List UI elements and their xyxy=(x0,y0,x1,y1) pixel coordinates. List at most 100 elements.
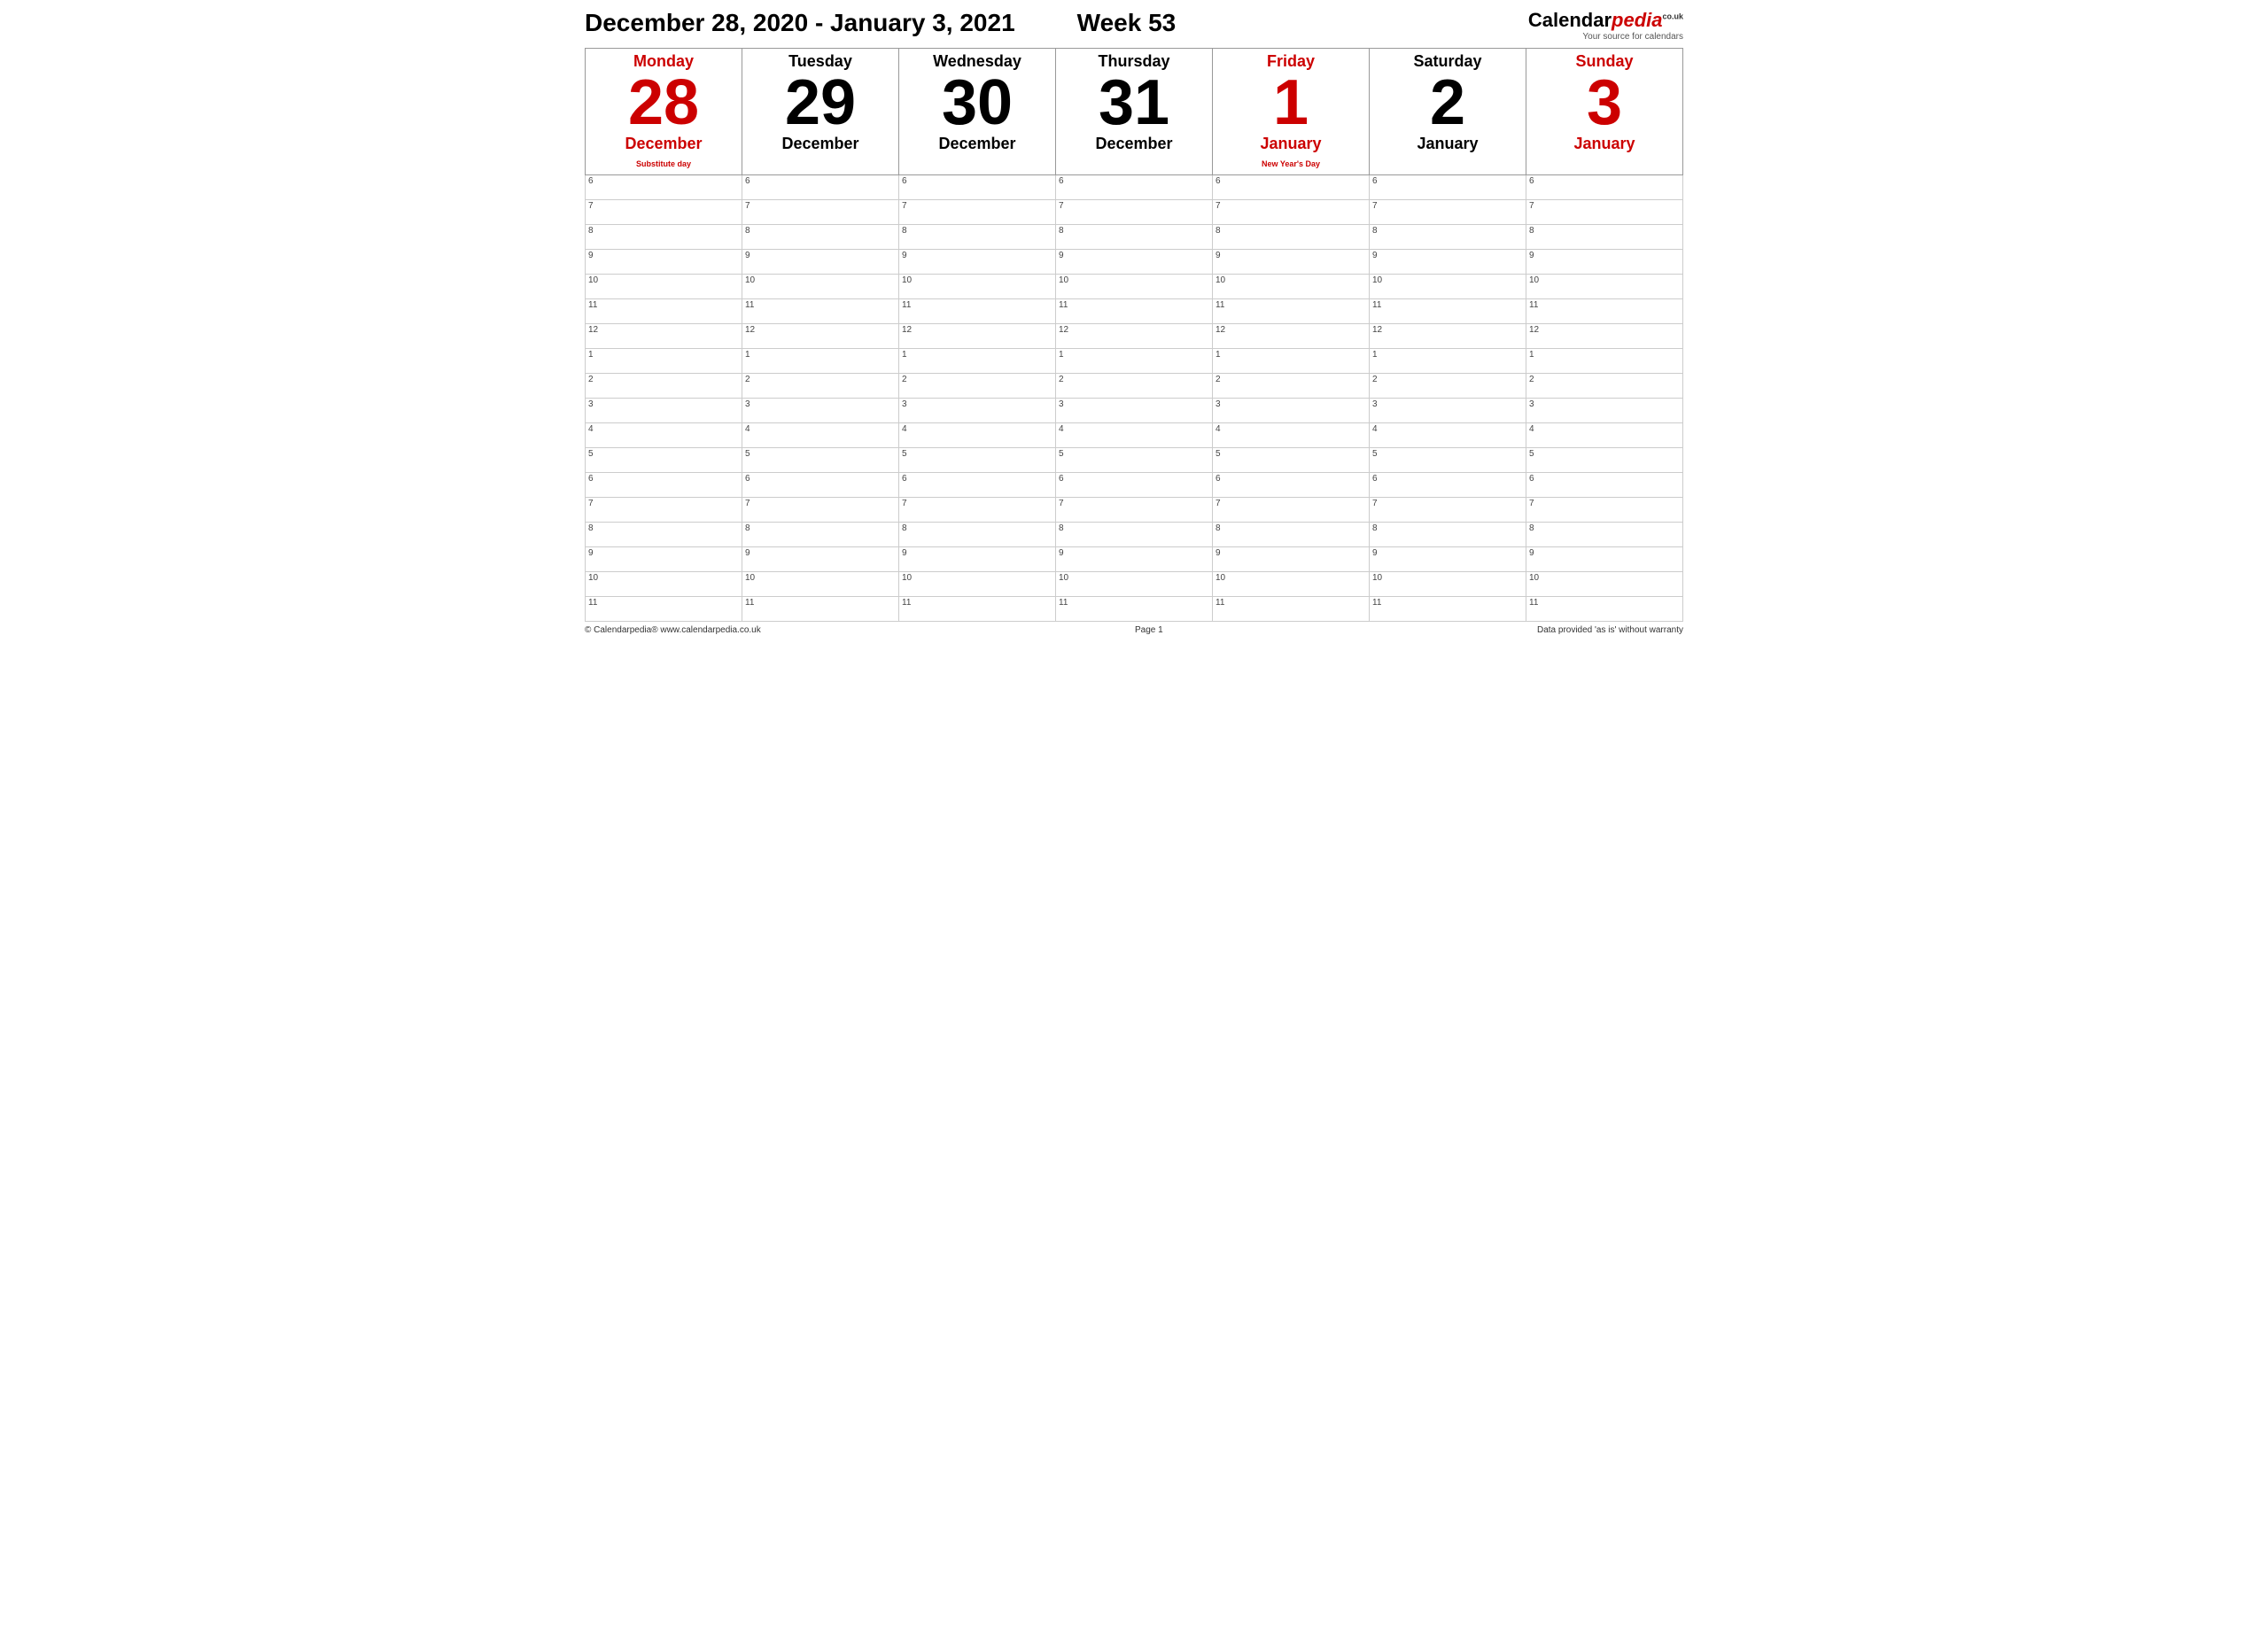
time-cell: 12 xyxy=(1213,324,1370,349)
time-cell: 8 xyxy=(1056,225,1213,250)
time-label: 7 xyxy=(588,499,594,508)
time-label: 1 xyxy=(902,350,907,360)
time-cell: 5 xyxy=(1370,448,1526,473)
time-label: 10 xyxy=(902,573,912,583)
time-cell: 2 xyxy=(899,374,1056,399)
time-cell: 7 xyxy=(899,200,1056,225)
time-cell: 8 xyxy=(1370,225,1526,250)
time-cell: 1 xyxy=(742,349,899,374)
time-cell: 8 xyxy=(899,523,1056,547)
day-number-5: 2 xyxy=(1371,71,1524,135)
time-label: 11 xyxy=(1529,598,1538,608)
time-cell: 6 xyxy=(1056,473,1213,498)
time-label: 8 xyxy=(1529,523,1534,533)
time-cell: 10 xyxy=(1370,572,1526,597)
day-header-tuesday: Tuesday 29 December xyxy=(742,49,899,175)
time-cell: 9 xyxy=(1056,250,1213,275)
time-cell: 11 xyxy=(586,597,742,622)
time-cell: 1 xyxy=(899,349,1056,374)
time-label: 8 xyxy=(902,523,907,533)
day-header-friday: Friday 1 January New Year's Day xyxy=(1213,49,1370,175)
time-label: 6 xyxy=(1216,474,1221,484)
event-label-0: Substitute day xyxy=(636,159,691,168)
time-label: 8 xyxy=(902,226,907,236)
time-label: 10 xyxy=(1529,275,1539,285)
month-name-2: December xyxy=(901,135,1053,153)
time-row: 11111111111111 xyxy=(586,299,1683,324)
day-number-1: 29 xyxy=(744,71,897,135)
time-cell: 6 xyxy=(1370,473,1526,498)
time-label: 10 xyxy=(745,275,755,285)
time-label: 3 xyxy=(1059,399,1064,409)
time-cell: 11 xyxy=(1370,597,1526,622)
time-label: 10 xyxy=(1059,275,1068,285)
time-label: 10 xyxy=(588,275,598,285)
day-header-sunday: Sunday 3 January xyxy=(1526,49,1683,175)
time-cell: 10 xyxy=(1213,275,1370,299)
time-label: 11 xyxy=(902,300,911,310)
time-label: 2 xyxy=(1216,375,1221,384)
time-cell: 5 xyxy=(1526,448,1683,473)
time-cell: 8 xyxy=(1056,523,1213,547)
time-label: 7 xyxy=(1372,499,1378,508)
time-cell: 7 xyxy=(742,498,899,523)
time-cell: 12 xyxy=(1370,324,1526,349)
time-cell: 5 xyxy=(1056,448,1213,473)
time-label: 12 xyxy=(1216,325,1225,335)
time-label: 9 xyxy=(1216,251,1221,260)
time-cell: 9 xyxy=(899,250,1056,275)
time-row: 2222222 xyxy=(586,374,1683,399)
time-label: 6 xyxy=(1372,176,1378,186)
time-cell: 9 xyxy=(1526,250,1683,275)
time-label: 10 xyxy=(1216,573,1225,583)
time-label: 11 xyxy=(745,598,754,608)
time-label: 7 xyxy=(902,201,907,211)
header-title: December 28, 2020 - January 3, 2021 xyxy=(585,9,1015,37)
time-label: 7 xyxy=(588,201,594,211)
logo-text: Calendarpediaco.uk xyxy=(1528,9,1683,32)
time-cell: 8 xyxy=(742,225,899,250)
time-cell: 1 xyxy=(1213,349,1370,374)
time-label: 4 xyxy=(1372,424,1378,434)
time-cell: 9 xyxy=(1370,547,1526,572)
time-label: 8 xyxy=(588,523,594,533)
time-cell: 3 xyxy=(1370,399,1526,423)
time-cell: 9 xyxy=(899,547,1056,572)
time-row: 5555555 xyxy=(586,448,1683,473)
time-label: 11 xyxy=(588,300,597,310)
time-label: 7 xyxy=(1529,201,1534,211)
time-cell: 12 xyxy=(1526,324,1683,349)
time-label: 11 xyxy=(1059,300,1068,310)
time-label: 9 xyxy=(745,548,750,558)
time-cell: 3 xyxy=(899,399,1056,423)
time-label: 2 xyxy=(745,375,750,384)
time-label: 4 xyxy=(1216,424,1221,434)
time-cell: 5 xyxy=(586,448,742,473)
day-number-6: 3 xyxy=(1528,71,1681,135)
time-label: 8 xyxy=(1059,226,1064,236)
time-label: 1 xyxy=(1529,350,1534,360)
logo-pedia: pedia xyxy=(1612,9,1662,31)
month-name-0: December xyxy=(587,135,740,153)
time-cell: 8 xyxy=(1213,523,1370,547)
time-row: 8888888 xyxy=(586,225,1683,250)
time-cell: 7 xyxy=(1370,200,1526,225)
time-cell: 6 xyxy=(1526,175,1683,200)
time-cell: 3 xyxy=(1526,399,1683,423)
time-cell: 4 xyxy=(742,423,899,448)
time-cell: 5 xyxy=(1213,448,1370,473)
time-cell: 4 xyxy=(1056,423,1213,448)
time-label: 11 xyxy=(902,598,911,608)
time-label: 3 xyxy=(1216,399,1221,409)
time-cell: 2 xyxy=(1213,374,1370,399)
footer-center: Page 1 xyxy=(1135,625,1163,635)
time-label: 8 xyxy=(1372,523,1378,533)
time-label: 7 xyxy=(1529,499,1534,508)
day-number-0: 28 xyxy=(587,71,740,135)
time-cell: 8 xyxy=(899,225,1056,250)
day-number-3: 31 xyxy=(1058,71,1210,135)
time-row: 1111111 xyxy=(586,349,1683,374)
time-label: 7 xyxy=(1059,499,1064,508)
time-label: 5 xyxy=(1372,449,1378,459)
time-row: 11111111111111 xyxy=(586,597,1683,622)
